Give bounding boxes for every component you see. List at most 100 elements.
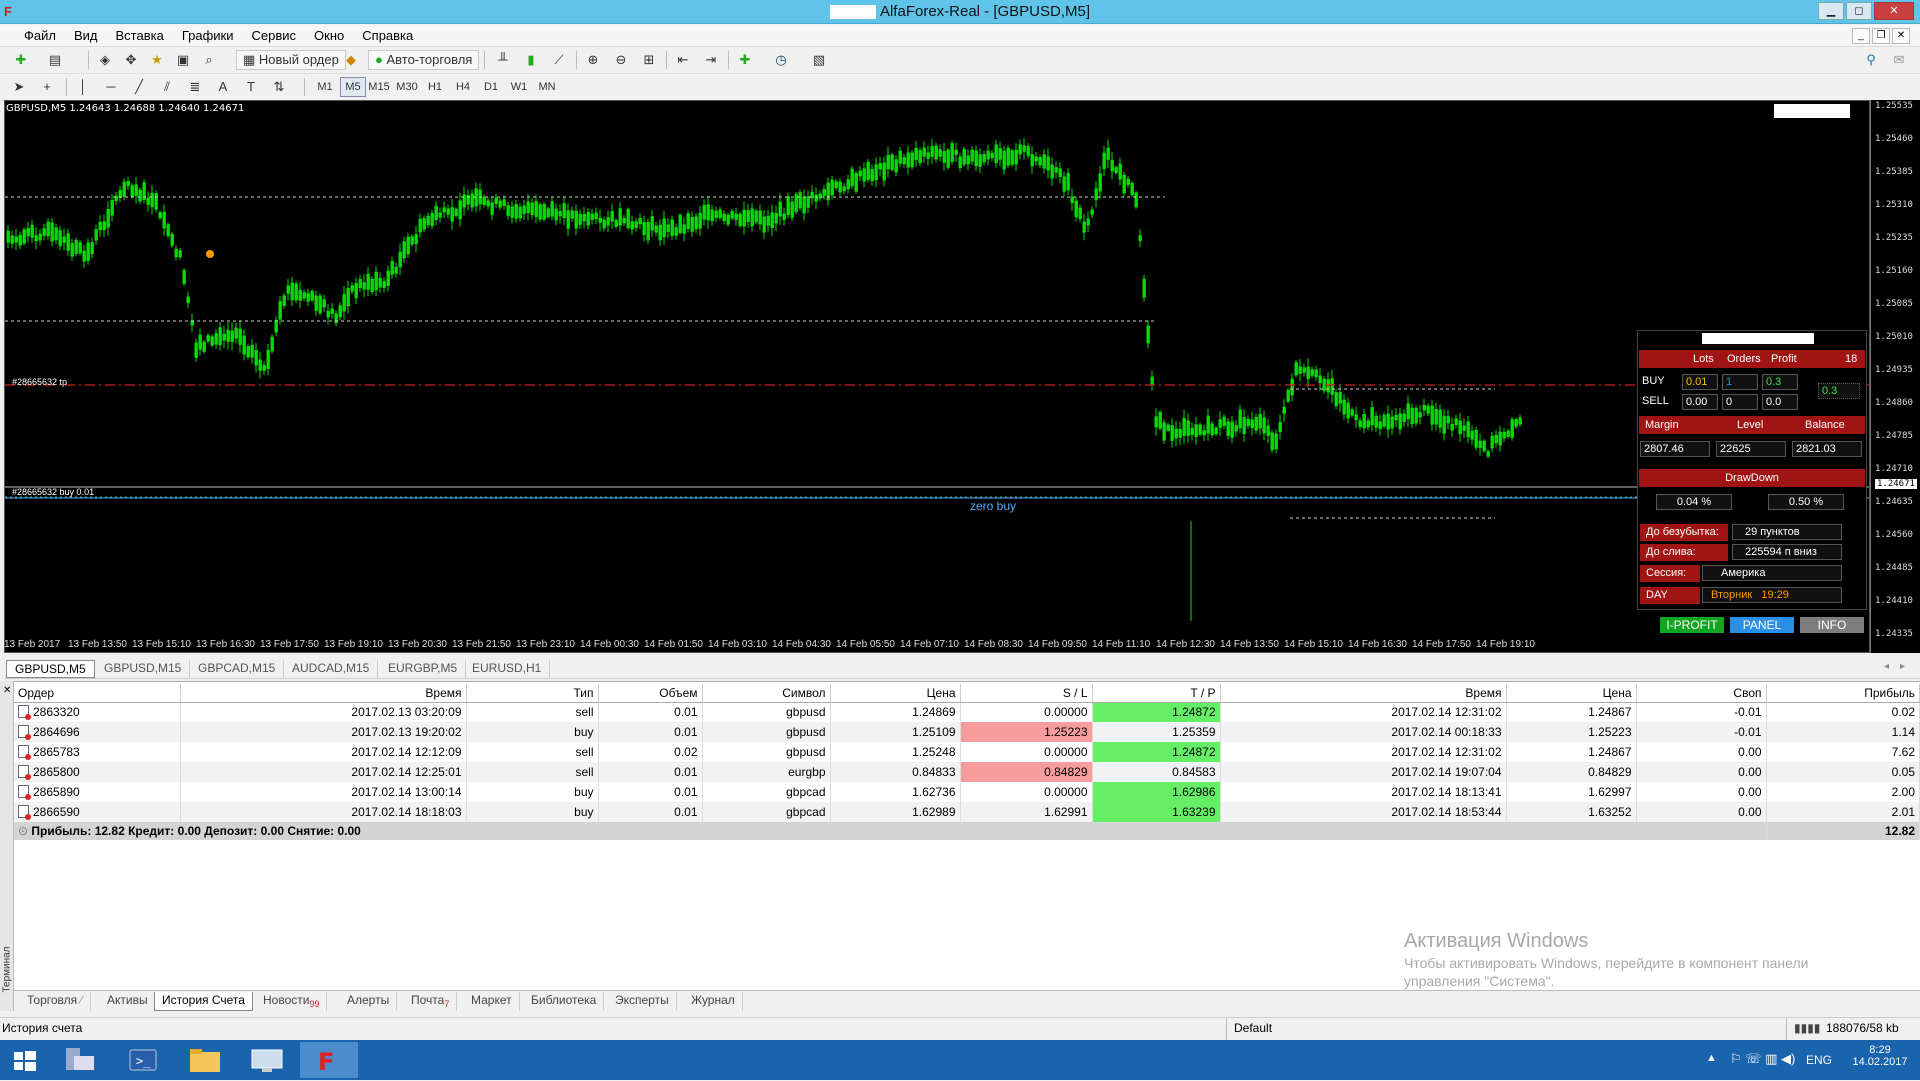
profiles-icon[interactable]: ▤ <box>44 50 66 70</box>
remote-desktop-task[interactable] <box>238 1042 296 1078</box>
tab-mailbox[interactable]: Почта7 <box>404 992 458 1011</box>
col-close-price[interactable]: Цена <box>1506 684 1637 703</box>
tab-account-history[interactable]: История Счета <box>154 992 253 1011</box>
fibonacci-icon[interactable]: ≣ <box>184 77 206 97</box>
chart-tab-gbpcad-m15[interactable]: GBPCAD,M15 <box>190 660 285 678</box>
chart-tab-audcad-m15[interactable]: AUDCAD,M15 <box>284 660 379 678</box>
tab-experts[interactable]: Эксперты <box>608 992 677 1011</box>
mdi-close-button[interactable]: ✕ <box>1892 28 1910 44</box>
market-watch-icon[interactable]: ◈ <box>94 50 116 70</box>
autotrading-button[interactable]: ● Авто-торговля <box>368 50 480 70</box>
col-type[interactable]: Тип <box>466 684 599 703</box>
metaeditor-icon[interactable]: ◆ <box>340 50 362 70</box>
chart-tab-eurusd-h1[interactable]: EURUSD,H1 <box>464 660 551 678</box>
col-symbol[interactable]: Символ <box>702 684 831 703</box>
server-manager-task[interactable] <box>52 1042 110 1078</box>
line-chart-icon[interactable]: ⟋ <box>548 50 570 70</box>
minimize-button[interactable]: ▁ <box>1818 2 1844 20</box>
col-open-price[interactable]: Цена <box>830 684 961 703</box>
powershell-task[interactable]: >_ <box>114 1042 172 1078</box>
autoscroll-icon[interactable]: ⇥ <box>700 50 722 70</box>
col-volume[interactable]: Объем <box>598 684 703 703</box>
zoom-out-icon[interactable]: ⊖ <box>610 50 632 70</box>
menu-insert[interactable]: Вставка <box>107 25 173 46</box>
chart-tab-gbpusd-m15[interactable]: GBPUSD,M15 <box>96 660 191 678</box>
indicators-icon[interactable]: ✚ <box>734 50 756 70</box>
tray-icons[interactable]: ⚐ ☏ ▥ ◀) <box>1730 1051 1795 1067</box>
tab-trade[interactable]: Торговля ⁄ <box>20 992 91 1011</box>
tray-expand-icon[interactable]: ▲ <box>1706 1052 1717 1064</box>
zoom-in-icon[interactable]: ⊕ <box>582 50 604 70</box>
tab-journal[interactable]: Журнал <box>684 992 743 1011</box>
timeframe-w1[interactable]: W1 <box>506 77 532 97</box>
chat-icon[interactable]: ✉ <box>1888 50 1910 70</box>
arrows-icon[interactable]: ⇅ <box>268 77 290 97</box>
text-icon[interactable]: A <box>212 77 234 97</box>
close-button[interactable]: ✕ <box>1874 2 1914 20</box>
col-close-time[interactable]: Время <box>1220 684 1507 703</box>
data-window-icon[interactable]: ✥ <box>120 50 142 70</box>
horizontal-line-icon[interactable]: ─ <box>100 77 122 97</box>
terminal-icon[interactable]: ▣ <box>172 50 194 70</box>
price-scale[interactable]: 1.25535 1.25460 1.25385 1.25310 1.25235 1.251… <box>1870 100 1920 653</box>
panel-button[interactable]: PANEL <box>1730 617 1794 633</box>
terminal-close-icon[interactable]: ✕ <box>3 685 11 696</box>
col-tp[interactable]: T / P <box>1092 684 1221 703</box>
table-row[interactable]: 2865783 2017.02.14 12:12:09 sell 0.02 gbpusd… <box>14 742 1920 762</box>
timeframe-d1[interactable]: D1 <box>478 77 504 97</box>
tabs-scroll-right-icon[interactable]: ▸ <box>1900 661 1905 672</box>
col-order[interactable]: Ордер <box>14 684 181 703</box>
chart-tab-gbpusd-m5[interactable]: GBPUSD,M5 <box>6 660 95 678</box>
candlestick-icon[interactable]: ▮ <box>520 50 542 70</box>
table-row[interactable]: 2866590 2017.02.14 18:18:03 buy 0.01 gbpcad 1… <box>14 802 1920 822</box>
crosshair-icon[interactable]: + <box>36 77 58 97</box>
tabs-scroll-left-icon[interactable]: ◂ <box>1884 661 1889 672</box>
explorer-task[interactable] <box>176 1042 234 1078</box>
tab-library[interactable]: Библиотека <box>524 992 605 1011</box>
col-swap[interactable]: Своп <box>1636 684 1767 703</box>
timeframe-m1[interactable]: M1 <box>312 77 338 97</box>
status-profile[interactable]: Default <box>1234 1021 1272 1035</box>
language-indicator[interactable]: ENG <box>1806 1053 1832 1067</box>
tile-windows-icon[interactable]: ⊞ <box>638 50 660 70</box>
new-chart-icon[interactable]: ✚ <box>10 50 32 70</box>
menu-help[interactable]: Справка <box>353 25 422 46</box>
chart-tab-eurgbp-m5[interactable]: EURGBP,M5 <box>380 660 467 678</box>
menu-view[interactable]: Вид <box>65 25 107 46</box>
tester-icon[interactable]: ⌕ <box>198 50 220 70</box>
bar-chart-icon[interactable]: ╨ <box>492 50 514 70</box>
periods-icon[interactable]: ◷ <box>770 50 792 70</box>
tab-exposure[interactable]: Активы <box>100 992 156 1011</box>
channel-icon[interactable]: ⫽ <box>156 77 178 97</box>
tab-alerts[interactable]: Алерты <box>340 992 398 1011</box>
iprofit-button[interactable]: I-PROFIT <box>1660 617 1724 633</box>
trendline-icon[interactable]: ╱ <box>128 77 150 97</box>
table-row[interactable]: 2865890 2017.02.14 13:00:14 buy 0.01 gbpcad 1… <box>14 782 1920 802</box>
table-row[interactable]: 2863320 2017.02.13 03:20:09 sell 0.01 gbpusd… <box>14 702 1920 722</box>
timeframe-h4[interactable]: H4 <box>450 77 476 97</box>
price-chart[interactable] <box>4 100 1870 653</box>
menu-file[interactable]: Файл <box>0 25 65 46</box>
table-row[interactable]: 2864696 2017.02.13 19:20:02 buy 0.01 gbpusd 1… <box>14 722 1920 742</box>
col-sl[interactable]: S / L <box>960 684 1093 703</box>
cursor-icon[interactable]: ➤ <box>8 77 30 97</box>
search-icon[interactable]: ⚲ <box>1860 50 1882 70</box>
table-row[interactable]: 2865800 2017.02.14 12:25:01 sell 0.01 eurgbp… <box>14 762 1920 782</box>
new-order-button[interactable]: ▦ Новый ордер <box>236 50 346 70</box>
menu-charts[interactable]: Графики <box>173 25 243 46</box>
info-button[interactable]: INFO <box>1800 617 1864 633</box>
col-profit[interactable]: Прибыль <box>1766 684 1920 703</box>
col-open-time[interactable]: Время <box>180 684 467 703</box>
menu-window[interactable]: Окно <box>305 25 353 46</box>
vertical-line-icon[interactable]: │ <box>72 77 94 97</box>
chart-shift-icon[interactable]: ⇤ <box>672 50 694 70</box>
timeframe-m15[interactable]: M15 <box>366 77 392 97</box>
timeframe-mn[interactable]: MN <box>534 77 560 97</box>
tab-market[interactable]: Маркет <box>464 992 520 1011</box>
mdi-restore-button[interactable]: ❐ <box>1872 28 1890 44</box>
tab-news[interactable]: Новости99 <box>256 992 328 1011</box>
menu-tools[interactable]: Сервис <box>243 25 306 46</box>
text-label-icon[interactable]: T <box>240 77 262 97</box>
timeframe-m30[interactable]: M30 <box>394 77 420 97</box>
timeframe-h1[interactable]: H1 <box>422 77 448 97</box>
